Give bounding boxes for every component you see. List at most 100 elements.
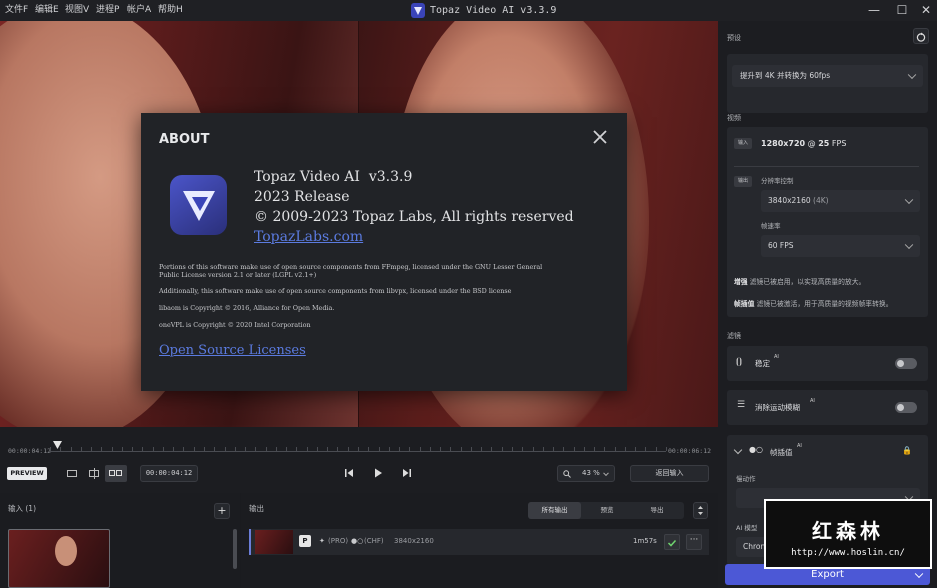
reset-icon[interactable]: [913, 28, 929, 44]
close-icon[interactable]: [590, 127, 610, 147]
fps-value: 60 FPS: [768, 241, 794, 250]
outputs-panel: 输出 所有输出 预览 导出 P ✦ (PRO) ●○ (CHF) 3840x21…: [241, 493, 718, 588]
deblur-toggle[interactable]: [895, 402, 917, 413]
zoom-select[interactable]: 43 %: [557, 465, 615, 482]
interp-filter-icon: ●○: [749, 445, 763, 454]
chevron-down-icon: [907, 70, 917, 80]
timeline-panel: [0, 427, 718, 493]
prev-frame-icon[interactable]: [343, 467, 355, 479]
more-icon[interactable]: ···: [686, 534, 702, 550]
watermark-title: 红森林: [812, 519, 884, 543]
chevron-down-icon: [904, 195, 914, 205]
filter-deblur[interactable]: ☰ 消除运动模糊 AI: [727, 390, 928, 425]
timeline-tick: [50, 447, 51, 451]
menu-file[interactable]: 文件F: [5, 0, 28, 21]
menu-account[interactable]: 帐户A: [127, 0, 151, 21]
output-row[interactable]: P ✦ (PRO) ●○ (CHF) 3840x2160 1m57s ···: [249, 529, 709, 555]
view-split-icon[interactable]: [86, 467, 102, 480]
add-input-button[interactable]: +: [214, 503, 230, 519]
timeline-tick: [666, 447, 667, 451]
timeline-tick: [91, 447, 93, 451]
app-title: Topaz Video AI v3.3.9: [430, 5, 557, 16]
current-time-field[interactable]: 00:00:04:12: [140, 465, 198, 482]
about-dialog: ABOUT Topaz Video AI v3.3.9 2023 Release…: [141, 113, 627, 391]
view-single-icon[interactable]: [64, 467, 80, 480]
chevron-down-icon[interactable]: [914, 569, 924, 578]
filter-stabilize[interactable]: ⦗⦘ 稳定 AI: [727, 346, 928, 381]
timeline-tick: [655, 447, 657, 451]
about-notice-onevpl: oneVPL is Copyright © 2020 Intel Corpora…: [159, 321, 311, 329]
timeline-tick: [101, 447, 103, 451]
topaz-app-icon: [170, 175, 227, 235]
timeline-tick: [481, 447, 483, 451]
input-thumbnail[interactable]: [8, 529, 110, 588]
interp-note: 帧插值 滤镜已被激活，用于高质量的视频帧率转换。: [734, 300, 893, 308]
view-side-by-side-icon[interactable]: [105, 465, 127, 482]
timeline-tick: [645, 447, 647, 451]
inputs-label: 输入 (1): [8, 504, 37, 513]
timeline-tick: [286, 447, 288, 451]
timeline-tick: [532, 447, 534, 451]
about-release: 2023 Release: [254, 189, 350, 205]
output-chf: (CHF): [364, 537, 384, 545]
timeline-tick: [419, 447, 421, 451]
close-window-button[interactable]: ✕: [912, 0, 937, 21]
timeline-tick: [378, 447, 380, 451]
timeline-tick: [121, 447, 123, 451]
deblur-icon: ☰: [737, 400, 746, 410]
output-resolution: 3840x2160: [394, 537, 434, 545]
zoom-icon: [563, 470, 571, 478]
filters-label: 滤镜: [727, 332, 741, 340]
timeline-tick: [306, 447, 308, 451]
outputs-label: 输出: [249, 504, 264, 513]
topaz-website-link[interactable]: TopazLabs.com: [254, 229, 363, 245]
resolution-select[interactable]: 3840x2160 (4K): [761, 190, 920, 212]
fps-label: 帧速率: [761, 222, 781, 230]
playhead-icon[interactable]: [53, 441, 62, 450]
play-icon[interactable]: [372, 467, 384, 479]
timeline-tick: [614, 447, 616, 451]
output-duration: 1m57s: [633, 537, 657, 545]
timeline-tick: [255, 447, 257, 451]
timeline-tick: [337, 447, 339, 451]
stabilize-toggle[interactable]: [895, 358, 917, 369]
timeline-tick: [347, 447, 349, 451]
interp-icon: ●○: [351, 537, 364, 545]
timeline-tick: [183, 447, 185, 451]
timeline-tick: [80, 447, 82, 451]
tab-all-outputs[interactable]: 所有输出: [528, 502, 581, 519]
check-icon[interactable]: [664, 534, 680, 550]
tab-export[interactable]: 导出: [633, 502, 681, 519]
menu-view[interactable]: 视图V: [65, 0, 89, 21]
open-source-licenses-link[interactable]: Open Source Licenses: [159, 343, 306, 358]
chevron-down-icon: [603, 469, 609, 476]
output-thumbnail: [255, 530, 293, 554]
timeline-tick: [275, 447, 277, 451]
about-product: Topaz Video AI v3.3.9: [254, 169, 413, 185]
timeline-track[interactable]: [50, 447, 667, 452]
preset-select[interactable]: 提升到 4K 并转换为 60fps: [732, 65, 923, 87]
minimize-button[interactable]: —: [860, 0, 888, 21]
about-notice-libaom: libaom is Copyright © 2016, Alliance for…: [159, 304, 335, 312]
menu-process[interactable]: 进程P: [96, 0, 119, 21]
inputs-scrollbar[interactable]: [233, 529, 237, 569]
chevron-down-icon[interactable]: [733, 445, 743, 455]
menu-help[interactable]: 帮助H: [158, 0, 183, 21]
timeline-tick: [245, 447, 247, 451]
sort-icon[interactable]: [693, 502, 708, 519]
timeline-tick: [399, 447, 401, 451]
fps-select[interactable]: 60 FPS: [761, 235, 920, 257]
next-frame-icon[interactable]: [401, 467, 413, 479]
timeline-tick: [234, 447, 236, 451]
timeline-tick: [152, 447, 154, 451]
output-pro: (PRO): [328, 537, 349, 545]
preview-toggle-button[interactable]: PREVIEW: [7, 467, 47, 480]
zoom-value: 43 %: [582, 469, 600, 477]
video-label: 视频: [727, 114, 741, 122]
timeline-tick: [553, 447, 555, 451]
menu-edit[interactable]: 编辑E: [35, 0, 59, 21]
tab-preview[interactable]: 预览: [583, 502, 631, 519]
return-input-button[interactable]: 返回输入: [630, 465, 709, 482]
resolution-value: 3840x2160: [768, 196, 811, 205]
frame-interp-label: 帧插值: [770, 448, 793, 457]
